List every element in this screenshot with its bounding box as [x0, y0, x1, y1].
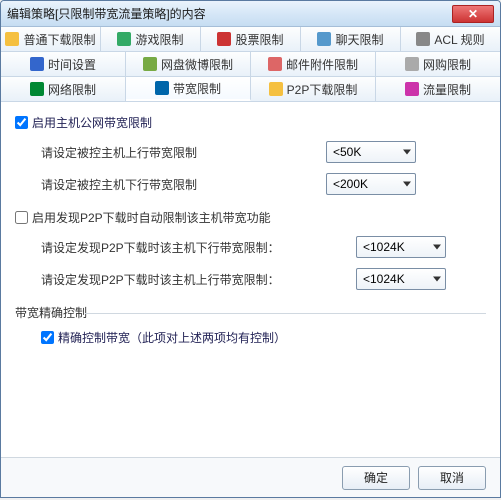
p2p-up-label: 请设定发现P2P下载时该主机上行带宽限制：	[41, 271, 280, 288]
tab-row-3: 网络限制 带宽限制 P2P下载限制 流量限制	[1, 77, 500, 102]
tab-label: 网盘微博限制	[161, 56, 233, 73]
tab-stock[interactable]: 股票限制	[201, 27, 301, 51]
cart-icon	[405, 57, 419, 71]
tab-traffic[interactable]: 流量限制	[376, 77, 500, 101]
tab-bandwidth[interactable]: 带宽限制	[126, 77, 251, 101]
network-icon	[30, 82, 44, 96]
titlebar: 编辑策略[只限制带宽流量策略]的内容 ✕	[1, 1, 500, 27]
tabstrip: 普通下载限制 游戏限制 股票限制 聊天限制 ACL 规则 时间设置 网盘微博限制…	[1, 27, 500, 102]
tab-label: 聊天限制	[335, 31, 383, 48]
tab-label: ACL 规则	[434, 31, 484, 48]
tab-netdisk[interactable]: 网盘微博限制	[126, 52, 251, 76]
mail-icon	[268, 57, 282, 71]
chevron-down-icon	[403, 182, 411, 187]
download-icon	[5, 32, 19, 46]
tab-row-2: 时间设置 网盘微博限制 邮件附件限制 网购限制	[1, 52, 500, 77]
section-host-bandwidth: 启用主机公网带宽限制 请设定被控主机上行带宽限制 <50K 请设定被控主机下行带…	[15, 114, 486, 195]
chat-icon	[317, 32, 331, 46]
tab-label: P2P下载限制	[287, 81, 358, 98]
checkbox-label: 启用发现P2P下载时自动限制该主机带宽功能	[32, 209, 271, 226]
game-icon	[117, 32, 131, 46]
button-label: 取消	[440, 469, 464, 486]
tab-row-1: 普通下载限制 游戏限制 股票限制 聊天限制 ACL 规则	[1, 27, 500, 52]
downlink-combo[interactable]: <200K	[326, 173, 416, 195]
button-label: 确定	[364, 469, 388, 486]
group-title: 带宽精确控制	[15, 304, 486, 321]
checkbox-label: 启用主机公网带宽限制	[32, 114, 152, 131]
tab-label: 邮件附件限制	[286, 56, 358, 73]
dialog-footer: 确定 取消	[1, 457, 500, 497]
section-precise: 带宽精确控制 精确控制带宽（此项对上述两项均有控制）	[15, 304, 486, 346]
section-p2p-bandwidth: 启用发现P2P下载时自动限制该主机带宽功能 请设定发现P2P下载时该主机下行带宽…	[15, 209, 486, 290]
tab-mail[interactable]: 邮件附件限制	[251, 52, 376, 76]
ok-button[interactable]: 确定	[342, 466, 410, 490]
row-p2p-downlink: 请设定发现P2P下载时该主机下行带宽限制： <1024K	[41, 236, 486, 258]
row-downlink: 请设定被控主机下行带宽限制 <200K	[41, 173, 486, 195]
checkbox-label: 精确控制带宽（此项对上述两项均有控制）	[58, 329, 286, 346]
cancel-button[interactable]: 取消	[418, 466, 486, 490]
tab-acl[interactable]: ACL 规则	[401, 27, 500, 51]
downlink-label: 请设定被控主机下行带宽限制	[41, 176, 197, 193]
tab-label: 带宽限制	[173, 80, 221, 97]
tab-normal-download[interactable]: 普通下载限制	[1, 27, 101, 51]
window-title: 编辑策略[只限制带宽流量策略]的内容	[7, 5, 452, 22]
tab-shopping[interactable]: 网购限制	[376, 52, 500, 76]
checkbox-input[interactable]	[15, 116, 28, 129]
tab-time[interactable]: 时间设置	[1, 52, 126, 76]
stock-icon	[217, 32, 231, 46]
tab-label: 网购限制	[423, 56, 471, 73]
content-pane: 启用主机公网带宽限制 请设定被控主机上行带宽限制 <50K 请设定被控主机下行带…	[1, 102, 500, 457]
tab-game[interactable]: 游戏限制	[101, 27, 201, 51]
tab-label: 股票限制	[235, 31, 283, 48]
chevron-down-icon	[403, 150, 411, 155]
tab-label: 时间设置	[48, 56, 96, 73]
chevron-down-icon	[433, 245, 441, 250]
combo-value: <50K	[333, 145, 361, 159]
p2p-down-label: 请设定发现P2P下载时该主机下行带宽限制：	[41, 239, 280, 256]
clock-icon	[30, 57, 44, 71]
close-icon: ✕	[468, 7, 478, 21]
row-p2p-uplink: 请设定发现P2P下载时该主机上行带宽限制： <1024K	[41, 268, 486, 290]
close-button[interactable]: ✕	[452, 5, 494, 23]
enable-p2p-limit-checkbox[interactable]: 启用发现P2P下载时自动限制该主机带宽功能	[15, 209, 486, 226]
traffic-icon	[405, 82, 419, 96]
tab-p2p[interactable]: P2P下载限制	[251, 77, 376, 101]
combo-value: <200K	[333, 177, 368, 191]
acl-icon	[416, 32, 430, 46]
tab-label: 游戏限制	[135, 31, 183, 48]
precise-control-checkbox[interactable]: 精确控制带宽（此项对上述两项均有控制）	[41, 329, 486, 346]
p2p-bandwidth-fields: 请设定发现P2P下载时该主机下行带宽限制： <1024K 请设定发现P2P下载时…	[15, 236, 486, 290]
tab-label: 普通下载限制	[23, 31, 95, 48]
uplink-label: 请设定被控主机上行带宽限制	[41, 144, 197, 161]
dialog-window: 编辑策略[只限制带宽流量策略]的内容 ✕ 普通下载限制 游戏限制 股票限制 聊天…	[0, 0, 501, 498]
combo-value: <1024K	[363, 272, 405, 286]
combo-value: <1024K	[363, 240, 405, 254]
bandwidth-icon	[155, 81, 169, 95]
tab-label: 网络限制	[48, 81, 96, 98]
p2p-icon	[269, 82, 283, 96]
enable-host-bandwidth-checkbox[interactable]: 启用主机公网带宽限制	[15, 114, 486, 131]
host-bandwidth-fields: 请设定被控主机上行带宽限制 <50K 请设定被控主机下行带宽限制 <200K	[15, 141, 486, 195]
chevron-down-icon	[433, 277, 441, 282]
row-uplink: 请设定被控主机上行带宽限制 <50K	[41, 141, 486, 163]
tab-label: 流量限制	[423, 81, 471, 98]
checkbox-input[interactable]	[15, 211, 28, 224]
cloud-icon	[143, 57, 157, 71]
p2p-down-combo[interactable]: <1024K	[356, 236, 446, 258]
checkbox-input[interactable]	[41, 331, 54, 344]
tab-network[interactable]: 网络限制	[1, 77, 126, 101]
p2p-up-combo[interactable]: <1024K	[356, 268, 446, 290]
tab-chat[interactable]: 聊天限制	[301, 27, 401, 51]
uplink-combo[interactable]: <50K	[326, 141, 416, 163]
